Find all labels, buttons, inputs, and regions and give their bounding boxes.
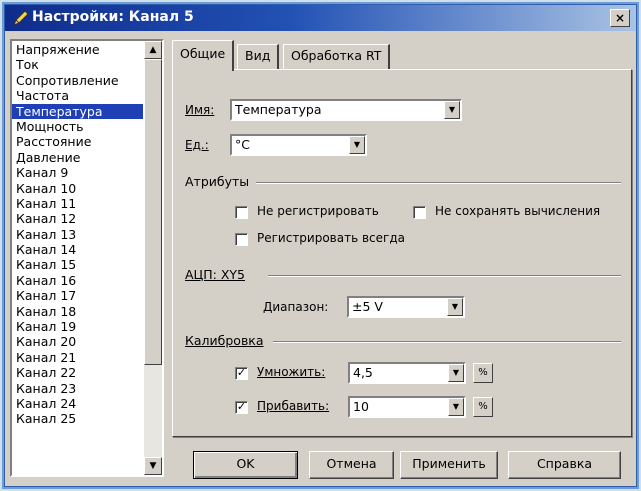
multiply-combobox[interactable]: 4,5 ▼ bbox=[348, 362, 466, 384]
multiply-label: Умножить: bbox=[257, 365, 326, 379]
list-item[interactable]: Ток bbox=[12, 57, 143, 72]
list-item[interactable]: Канал 9 bbox=[12, 165, 143, 180]
name-label: Имя: bbox=[185, 103, 215, 117]
add-label: Прибавить: bbox=[257, 399, 330, 413]
close-button[interactable]: × bbox=[610, 9, 630, 27]
general-tab-panel: Имя: Температура ▼ Ед.: °C ▼ Атрибуты Не… bbox=[172, 69, 632, 437]
no-register-label: Не регистрировать bbox=[257, 204, 379, 218]
range-value: ±5 V bbox=[352, 299, 383, 314]
list-item[interactable]: Канал 15 bbox=[12, 257, 143, 272]
add-dropdown-button[interactable]: ▼ bbox=[448, 398, 464, 416]
list-item[interactable]: Сопротивление bbox=[12, 73, 143, 88]
list-item[interactable]: Напряжение bbox=[12, 42, 143, 57]
title-bar[interactable]: Настройки: Канал 5 × bbox=[5, 5, 636, 31]
list-item[interactable]: Канал 17 bbox=[12, 288, 143, 303]
list-item[interactable]: Канал 14 bbox=[12, 242, 143, 257]
cancel-button[interactable]: Отмена bbox=[309, 451, 394, 479]
list-scrollbar[interactable]: ▲ ▼ bbox=[144, 41, 162, 475]
list-item[interactable]: Давление bbox=[12, 150, 143, 165]
list-item[interactable]: Канал 11 bbox=[12, 196, 143, 211]
channel-list-items: Напряжение Ток Сопротивление Частота Темпера… bbox=[12, 42, 143, 427]
unit-dropdown-button[interactable]: ▼ bbox=[349, 136, 365, 154]
no-save-calc-checkbox[interactable] bbox=[413, 206, 426, 219]
name-combobox[interactable]: Температура ▼ bbox=[230, 99, 462, 121]
check-icon: ✓ bbox=[236, 366, 247, 379]
attributes-group-title: Атрибуты bbox=[185, 174, 250, 189]
tab-rt-processing[interactable]: Обработка RT bbox=[283, 44, 391, 70]
add-combobox[interactable]: 10 ▼ bbox=[348, 396, 466, 418]
multiply-checkbox[interactable]: ✓ bbox=[235, 367, 248, 380]
attributes-divider bbox=[256, 182, 621, 184]
list-item[interactable]: Мощность bbox=[12, 119, 143, 134]
list-item[interactable]: Расстояние bbox=[12, 134, 143, 149]
name-dropdown-button[interactable]: ▼ bbox=[444, 101, 460, 119]
channel-list[interactable]: Напряжение Ток Сопротивление Частота Темпера… bbox=[10, 39, 164, 477]
list-item[interactable]: Температура bbox=[12, 103, 143, 119]
calibration-group-title: Калибровка bbox=[185, 333, 264, 348]
always-register-checkbox[interactable] bbox=[235, 233, 248, 246]
no-save-calc-label: Не сохранять вычисления bbox=[435, 204, 601, 218]
always-register-label: Регистрировать всегда bbox=[257, 231, 405, 245]
calibration-divider bbox=[273, 341, 621, 343]
add-percent-icon[interactable]: % bbox=[473, 397, 493, 417]
add-checkbox[interactable]: ✓ bbox=[235, 401, 248, 414]
add-value: 10 bbox=[353, 399, 369, 414]
range-combobox[interactable]: ±5 V ▼ bbox=[347, 296, 465, 318]
list-item[interactable]: Канал 25 bbox=[12, 411, 143, 426]
list-item[interactable]: Канал 23 bbox=[12, 381, 143, 396]
name-value: Температура bbox=[235, 102, 322, 117]
scroll-up-button[interactable]: ▲ bbox=[144, 41, 162, 59]
unit-label: Ед.: bbox=[185, 138, 209, 152]
apply-button[interactable]: Применить bbox=[400, 451, 498, 479]
unit-value: °C bbox=[235, 137, 250, 152]
list-item[interactable]: Частота bbox=[12, 88, 143, 103]
list-item[interactable]: Канал 19 bbox=[12, 319, 143, 334]
adc-divider bbox=[268, 275, 621, 277]
list-item[interactable]: Канал 18 bbox=[12, 304, 143, 319]
multiply-value: 4,5 bbox=[353, 365, 373, 380]
help-button[interactable]: Справка bbox=[508, 451, 621, 479]
ok-button[interactable]: OK bbox=[193, 451, 298, 479]
adc-group-title: АЦП: XY5 bbox=[185, 267, 245, 282]
list-item[interactable]: Канал 12 bbox=[12, 211, 143, 226]
multiply-percent-icon[interactable]: % bbox=[473, 363, 493, 383]
scroll-down-button[interactable]: ▼ bbox=[144, 457, 162, 475]
list-item[interactable]: Канал 10 bbox=[12, 181, 143, 196]
tab-general[interactable]: Общие bbox=[172, 40, 235, 71]
list-item[interactable]: Канал 21 bbox=[12, 350, 143, 365]
settings-dialog: Настройки: Канал 5 × Напряжение Ток Сопрот… bbox=[4, 4, 637, 487]
pen-icon bbox=[13, 10, 29, 26]
check-icon: ✓ bbox=[236, 400, 247, 413]
list-item[interactable]: Канал 20 bbox=[12, 334, 143, 349]
scroll-thumb[interactable] bbox=[144, 59, 162, 365]
list-item[interactable]: Канал 16 bbox=[12, 273, 143, 288]
multiply-dropdown-button[interactable]: ▼ bbox=[448, 364, 464, 382]
list-item[interactable]: Канал 24 bbox=[12, 396, 143, 411]
unit-combobox[interactable]: °C ▼ bbox=[230, 134, 367, 156]
tab-view[interactable]: Вид bbox=[237, 44, 280, 70]
range-label: Диапазон: bbox=[263, 300, 329, 314]
window-title: Настройки: Канал 5 bbox=[32, 9, 194, 25]
range-dropdown-button[interactable]: ▼ bbox=[447, 298, 463, 316]
no-register-checkbox[interactable] bbox=[235, 206, 248, 219]
list-item[interactable]: Канал 22 bbox=[12, 365, 143, 380]
list-item[interactable]: Канал 13 bbox=[12, 227, 143, 242]
